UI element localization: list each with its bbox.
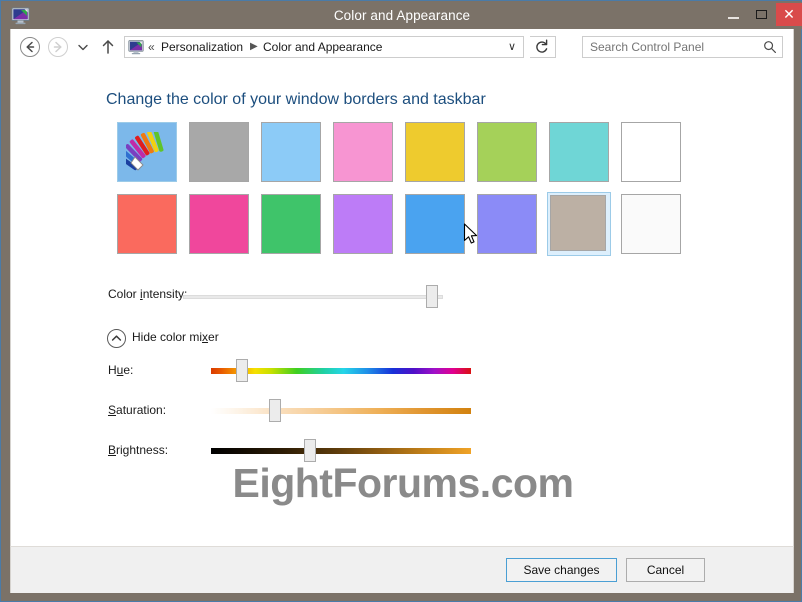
swatch-lime-fill	[477, 122, 537, 182]
swatch-salmon-red-fill	[117, 194, 177, 254]
close-icon: ✕	[783, 6, 795, 22]
swatch-periwinkle-fill	[477, 194, 537, 254]
refresh-icon	[536, 39, 548, 53]
forward-button[interactable]	[48, 37, 68, 57]
swatch-blue[interactable]	[405, 194, 465, 254]
swatch-violet[interactable]	[333, 194, 393, 254]
chevron-down-icon	[78, 44, 88, 51]
swatch-violet-fill	[333, 194, 393, 254]
save-changes-button[interactable]: Save changes	[506, 558, 617, 582]
swatch-pink[interactable]	[333, 122, 393, 182]
saturation-label: Saturation:	[108, 403, 167, 417]
breadcrumb-color-and-appearance[interactable]: Color and Appearance	[263, 37, 382, 57]
automatic-color-picker[interactable]	[117, 122, 177, 182]
swatch-gray-fill	[189, 122, 249, 182]
address-bar[interactable]: « Personalization ▶ Color and Appearance…	[124, 36, 524, 58]
refresh-button[interactable]	[530, 36, 556, 58]
title-bar: Color and Appearance ✕	[2, 2, 802, 29]
window-title: Color and Appearance	[333, 8, 471, 23]
search-icon[interactable]	[763, 40, 777, 54]
maximize-icon	[756, 10, 767, 19]
back-button[interactable]	[20, 37, 40, 57]
swatch-white[interactable]	[621, 194, 681, 254]
main-content: Change the color of your window borders …	[10, 65, 794, 546]
brightness-slider-track[interactable]	[211, 448, 471, 454]
breadcrumb-personalization[interactable]: Personalization	[161, 37, 243, 57]
minimize-button[interactable]	[720, 3, 748, 26]
swatch-orange-fill	[621, 122, 681, 182]
swatch-light-blue[interactable]	[261, 122, 321, 182]
color-intensity-label: Color intensity:	[108, 287, 188, 301]
display-personalization-icon	[128, 39, 144, 55]
up-arrow-icon	[102, 40, 114, 54]
site-watermark: EightForums.com	[232, 460, 574, 506]
saturation-slider-track[interactable]	[211, 408, 471, 414]
brightness-label: Brightness:	[108, 443, 169, 457]
color-palette-fan-icon	[118, 130, 168, 177]
chevron-up-circle-icon	[107, 329, 126, 348]
search-box[interactable]	[582, 36, 783, 58]
swatch-lime[interactable]	[477, 122, 537, 182]
page-title: Change the color of your window borders …	[106, 91, 486, 108]
cancel-button[interactable]: Cancel	[626, 558, 705, 582]
maximize-button[interactable]	[748, 3, 776, 26]
hide-color-mixer-label: Hide color mixer	[132, 330, 219, 344]
swatch-gray[interactable]	[189, 122, 249, 182]
swatch-light-blue-fill	[261, 122, 321, 182]
swatch-pink-fill	[333, 122, 393, 182]
breadcrumb-overflow-chevrons[interactable]: «	[148, 37, 155, 57]
swatch-orange[interactable]	[621, 122, 681, 182]
recent-locations-button[interactable]	[75, 37, 91, 57]
swatch-blue-fill	[405, 194, 465, 254]
swatch-green-fill	[261, 194, 321, 254]
color-intensity-slider-thumb[interactable]	[426, 285, 438, 308]
swatch-turquoise-fill	[549, 122, 609, 182]
swatch-turquoise[interactable]	[549, 122, 609, 182]
swatch-taupe-fill	[550, 195, 606, 251]
hue-label: Hue:	[108, 363, 134, 377]
control-panel-window: Color and Appearance ✕ « Personalization…	[0, 0, 802, 602]
color-intensity-slider-track[interactable]	[183, 295, 443, 299]
automatic-color-picker-fill	[117, 122, 177, 182]
swatch-periwinkle[interactable]	[477, 194, 537, 254]
hue-slider-track[interactable]	[211, 368, 471, 374]
minimize-icon	[728, 17, 739, 19]
navigation-bar: « Personalization ▶ Color and Appearance…	[10, 29, 794, 65]
swatch-green[interactable]	[261, 194, 321, 254]
swatch-taupe[interactable]	[547, 192, 611, 256]
search-input[interactable]	[590, 37, 755, 57]
close-button[interactable]: ✕	[776, 3, 802, 26]
swatch-salmon-red[interactable]	[117, 194, 177, 254]
hue-slider-thumb[interactable]	[236, 359, 248, 382]
brightness-slider-thumb[interactable]	[304, 439, 316, 462]
swatch-yellow-fill	[405, 122, 465, 182]
swatch-magenta[interactable]	[189, 194, 249, 254]
address-dropdown-icon[interactable]: ∨	[503, 37, 521, 57]
swatch-yellow[interactable]	[405, 122, 465, 182]
saturation-slider-thumb[interactable]	[269, 399, 281, 422]
back-arrow-icon	[26, 41, 35, 53]
dialog-footer: Save changes Cancel	[10, 546, 794, 593]
breadcrumb-separator-icon[interactable]: ▶	[250, 37, 258, 57]
swatch-magenta-fill	[189, 194, 249, 254]
forward-arrow-icon	[53, 41, 62, 53]
swatch-white-fill	[621, 194, 681, 254]
up-one-level-button[interactable]	[99, 36, 117, 58]
